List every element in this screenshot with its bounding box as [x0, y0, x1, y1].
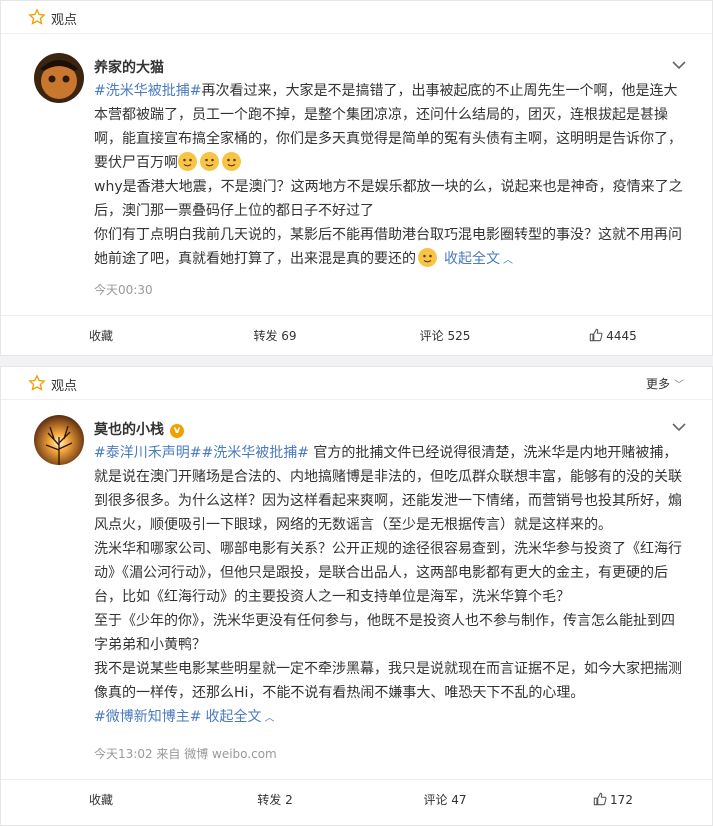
star-icon[interactable] [28, 374, 46, 392]
post-timestamp[interactable]: 今天00:30 [94, 281, 153, 298]
avatar[interactable] [34, 415, 84, 465]
chevron-down-icon[interactable] [672, 60, 686, 70]
username[interactable]: 莫也的小栈 v [94, 419, 184, 439]
section-label: 观点 [51, 13, 78, 28]
post-paragraph: #泰洋川禾声明##洗米华被批捕# 官方的批捕文件已经说得很清楚，洗米华是内地开赌… [94, 445, 682, 533]
hashtag-link[interactable]: #洗米华被批捕# [201, 445, 308, 461]
repost-button[interactable]: 转发 69 [215, 316, 335, 356]
comment-button[interactable]: 评论 47 [385, 780, 505, 820]
post-paragraph: 至于《少年的你》，洗米华更没有任何参与，他既不是投资人也不参与制作，传言怎么能扯… [94, 613, 675, 653]
repost-button[interactable]: 转发 2 [215, 780, 335, 820]
crying-emoji-icon [200, 152, 219, 171]
collapse-link[interactable]: 收起全文 ︿ [205, 709, 274, 725]
post-card-2: 观点 更多 ﹀ 莫也的小栈 v #泰洋川禾声明##洗米华被批捕# 官方的批捕文件已经… [0, 366, 713, 826]
comment-button[interactable]: 评论 525 [385, 316, 505, 356]
avatar[interactable] [34, 53, 84, 103]
card-header: 观点 [1, 1, 712, 34]
chevron-down-icon[interactable] [672, 422, 686, 432]
crying-emoji-icon [178, 152, 197, 171]
card-header: 观点 更多 ﹀ [1, 367, 712, 400]
post-paragraph: 我不是说某些电影某些明星就一定不牵涉黑幕，我只是说就现在而言证据不足，如今大家把… [94, 661, 682, 701]
like-button[interactable]: 4445 [553, 316, 673, 356]
chevron-down-icon: ﹀ [674, 380, 684, 391]
collapse-link[interactable]: 收起全文 ︿ [444, 251, 513, 267]
crying-emoji-icon [222, 152, 241, 171]
collect-button[interactable]: 收藏 [41, 780, 161, 820]
more-menu[interactable]: 更多 ﹀ [646, 375, 684, 392]
hashtag-link[interactable]: #洗米华被批捕# [94, 83, 201, 99]
star-icon[interactable] [28, 8, 46, 26]
thumbs-up-icon [593, 792, 607, 806]
action-bar: 收藏 转发 2 评论 47 172 [1, 779, 712, 820]
post-body: #洗米华被批捕#再次看过来，大家是不是搞错了，出事被起底的不止周先生一个啊，他是… [94, 79, 686, 273]
post-paragraph: 洗米华和哪家公司、哪部电影有关系？公开正规的途径很容易查到，洗米华参与投资了《红… [94, 541, 682, 605]
thumbs-up-icon [590, 328, 603, 342]
post-paragraph: why是香港大地震，不是澳门？这两地方不是娱乐都放一块的么，说起来也是神奇，疫情… [94, 179, 683, 219]
username[interactable]: 养家的大猫 [94, 57, 164, 77]
post-card-1: 观点 养家的大猫 #洗米华被批捕#再次看过来，大家是不是搞错了，出事被起底的不止… [0, 0, 713, 356]
yummy-emoji-icon [418, 248, 437, 267]
hashtag-link[interactable]: #泰洋川禾声明# [94, 445, 201, 461]
collect-button[interactable]: 收藏 [41, 316, 161, 356]
post-body: #泰洋川禾声明##洗米华被批捕# 官方的批捕文件已经说得很清楚，洗米华是内地开赌… [94, 441, 686, 731]
verified-badge-icon: v [170, 424, 184, 438]
post-paragraph: #洗米华被批捕#再次看过来，大家是不是搞错了，出事被起底的不止周先生一个啊，他是… [94, 83, 682, 171]
post-paragraph: 你们有丁点明白我前几天说的，某影后不能再借助港台取巧混电影圈转型的事没？这就不用… [94, 227, 682, 267]
post-paragraph: #微博新知博主# 收起全文 ︿ [94, 705, 686, 731]
chevron-up-icon: ︿ [264, 713, 275, 724]
section-label: 观点 [51, 379, 78, 394]
post-timestamp[interactable]: 今天13:02 来自 微博 weibo.com [94, 745, 277, 762]
action-bar: 收藏 转发 69 评论 525 4445 [1, 315, 712, 356]
hashtag-link[interactable]: #微博新知博主# [94, 709, 201, 725]
chevron-up-icon: ︿ [503, 255, 513, 266]
like-button[interactable]: 172 [553, 780, 673, 820]
